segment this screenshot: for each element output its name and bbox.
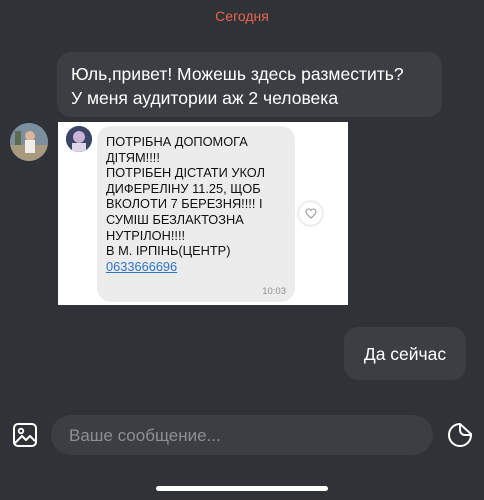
screenshot-phone-link: 0633666696 (106, 258, 178, 274)
message-text: Да сейчас (363, 343, 447, 364)
screenshot-text-line: НУТРІЛОН!!!! (106, 227, 186, 243)
screenshot-text-line: ДІТЯМ!!!! (106, 149, 160, 165)
sticker-icon[interactable] (445, 420, 475, 450)
screenshot-avatar (66, 126, 92, 152)
screenshot-message-text: ПОТРІБНА ДОПОМОГА ДІТЯМ!!!! ПОТРІБЕН ДІС… (106, 134, 291, 274)
screenshot-message-bubble: ПОТРІБНА ДОПОМОГА ДІТЯМ!!!! ПОТРІБЕН ДІС… (97, 126, 295, 302)
screenshot-text-line: ПОТРІБНА ДОПОМОГА (106, 134, 248, 149)
message-line: У меня аудитории аж 2 человека (71, 88, 339, 108)
screenshot-timestamp: 10:03 (262, 286, 286, 297)
screenshot-text-line: СУМІШ БЕЗЛАКТОЗНА (106, 211, 244, 227)
screenshot-text-line: ВКОЛОТИ 7 БЕРЕЗНЯ!!!! І (106, 196, 263, 212)
outgoing-message-bubble[interactable]: Да сейчас (344, 327, 466, 380)
incoming-message-bubble[interactable]: Юль,привет! Можешь здесь разместить? У м… (57, 52, 442, 117)
message-input[interactable] (67, 415, 421, 457)
screenshot-text-line: ПОТРІБЕН ДІСТАТИ УКОЛ (106, 165, 265, 181)
image-gallery-icon[interactable] (10, 420, 40, 450)
sender-avatar[interactable] (10, 123, 48, 161)
date-separator: Сегодня (215, 8, 269, 24)
shared-screenshot-image[interactable]: ПОТРІБНА ДОПОМОГА ДІТЯМ!!!! ПОТРІБЕН ДІС… (58, 122, 348, 305)
home-indicator (156, 486, 328, 491)
screenshot-text-line: ДИФЕРЕЛІНУ 11.25, ЩОБ (106, 180, 261, 196)
screenshot-text-line: В М. ІРПІНЬ(ЦЕНТР) (106, 243, 231, 259)
heart-icon (299, 202, 322, 225)
message-composer[interactable] (51, 415, 433, 457)
message-line: Юль,привет! Можешь здесь разместить? (71, 64, 404, 84)
